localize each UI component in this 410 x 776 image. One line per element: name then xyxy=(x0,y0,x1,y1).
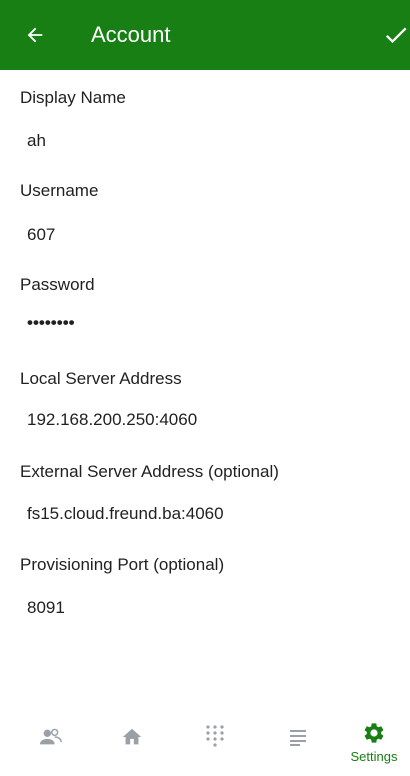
nav-home[interactable] xyxy=(91,707,173,776)
external-server-field: External Server Address (optional) fs15.… xyxy=(0,459,410,529)
arrow-back-icon xyxy=(27,27,43,43)
bottom-navigation: Settings xyxy=(0,707,410,776)
nav-history[interactable] xyxy=(257,707,339,776)
external-server-label: External Server Address (optional) xyxy=(20,462,279,481)
provisioning-port-input[interactable]: 8091 xyxy=(27,598,65,618)
nav-contacts[interactable] xyxy=(10,707,92,776)
display-name-field: Display Name ah xyxy=(0,84,410,154)
contacts-icon xyxy=(39,725,63,749)
nav-dialpad[interactable] xyxy=(174,707,256,776)
check-icon xyxy=(385,27,407,44)
password-label: Password xyxy=(20,275,95,294)
nav-settings-label: Settings xyxy=(350,749,398,764)
dialpad-icon xyxy=(203,725,227,749)
username-field: Username 607 xyxy=(0,177,410,247)
history-list-icon xyxy=(286,725,310,749)
external-server-input[interactable]: fs15.cloud.freund.ba:4060 xyxy=(27,504,224,524)
home-icon xyxy=(120,725,144,749)
provisioning-port-label: Provisioning Port (optional) xyxy=(20,555,225,574)
local-server-field: Local Server Address 192.168.200.250:406… xyxy=(0,365,410,435)
local-server-input[interactable]: 192.168.200.250:4060 xyxy=(27,410,197,430)
password-input[interactable]: •••••••• xyxy=(27,313,75,333)
page-title: Account xyxy=(91,22,171,47)
app-bar: Account xyxy=(0,0,410,70)
username-label: Username xyxy=(20,181,99,200)
display-name-input[interactable]: ah xyxy=(27,131,46,151)
nav-settings[interactable]: Settings xyxy=(338,707,410,776)
back-button[interactable] xyxy=(22,22,48,48)
settings-gear-icon xyxy=(362,721,386,745)
username-input[interactable]: 607 xyxy=(27,225,55,245)
save-button[interactable] xyxy=(380,20,410,50)
display-name-label: Display Name xyxy=(20,88,126,107)
password-field: Password •••••••• xyxy=(0,272,410,342)
provisioning-port-field: Provisioning Port (optional) 8091 xyxy=(0,552,410,622)
local-server-label: Local Server Address xyxy=(20,369,182,388)
